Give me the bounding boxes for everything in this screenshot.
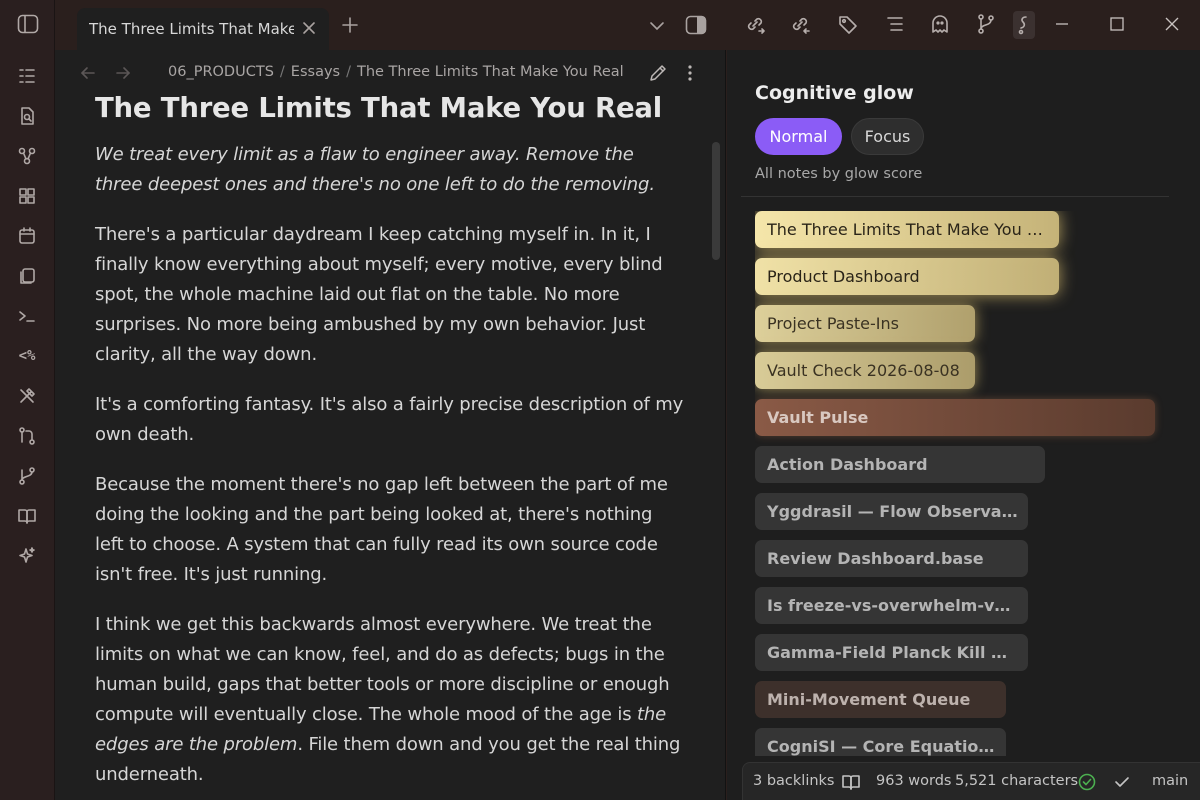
breadcrumb-subfolder[interactable]: Essays — [291, 64, 340, 80]
back-arrow-icon[interactable] — [79, 64, 97, 82]
maximize-icon[interactable] — [1107, 14, 1127, 34]
glow-note-item[interactable]: Project Paste-Ins — [755, 305, 975, 342]
sync-ok-icon[interactable] — [1077, 772, 1097, 792]
ghost-icon[interactable] — [929, 13, 951, 35]
glow-note-label: Action Dashboard — [767, 455, 928, 474]
breadcrumb: 06_PRODUCTS / Essays / The Three Limits That… — [168, 64, 624, 80]
note-paragraph: There's a particular daydream I keep cat… — [95, 224, 663, 365]
link-out-icon[interactable] — [744, 13, 766, 35]
left-ribbon: <% — [0, 0, 55, 800]
glow-note-item[interactable]: Is freeze-vs-overwhelm-vs-stu... — [755, 587, 1028, 624]
panel-title: Cognitive glow — [755, 82, 914, 104]
glow-note-label: Vault Check 2026-08-08 — [767, 361, 960, 380]
new-tab-plus-icon[interactable] — [341, 16, 359, 34]
forward-arrow-icon[interactable] — [114, 64, 132, 82]
tag-icon[interactable] — [837, 13, 859, 35]
glow-note-item[interactable]: Vault Check 2026-08-08 — [755, 352, 975, 389]
minimize-icon[interactable] — [1052, 14, 1072, 34]
git-icon[interactable] — [975, 13, 997, 35]
glow-note-item[interactable]: CogniSI — Core Equations ... — [755, 728, 1006, 756]
right-sidebar-toggle-icon[interactable] — [685, 15, 707, 35]
status-bar: 3 backlinks 963 words 5,521 characters m… — [742, 762, 1200, 800]
outline-icon[interactable] — [884, 13, 906, 35]
glow-note-label: Review Dashboard.base — [767, 549, 984, 568]
glow-note-label: Product Dashboard — [767, 267, 920, 286]
glow-note-label: Project Paste-Ins — [767, 314, 899, 333]
breadcrumb-current[interactable]: The Three Limits That Make You Real — [357, 64, 624, 80]
divider — [741, 196, 1169, 197]
mode-focus-button[interactable]: Focus — [851, 118, 924, 155]
right-sidebar-header — [726, 0, 1200, 50]
note-lede: We treat every limit as a flaw to engine… — [95, 144, 655, 195]
terminal-icon[interactable] — [16, 305, 38, 327]
glow-note-label: The Three Limits That Make You R... — [767, 220, 1053, 239]
breadcrumb-separator: / — [279, 64, 285, 80]
glow-note-item[interactable]: Mini-Movement Queue — [755, 681, 1006, 718]
word-count: 963 words — [876, 773, 952, 789]
editor-pane: 06_PRODUCTS / Essays / The Three Limits That… — [55, 50, 726, 800]
percent-code-icon[interactable]: <% — [16, 345, 38, 367]
tab-active-note[interactable]: The Three Limits That Make You R... — [77, 8, 329, 50]
check-icon[interactable] — [1112, 772, 1132, 792]
glow-note-label: Vault Pulse — [767, 408, 869, 427]
glow-note-label: Gamma-Field Planck Kill Shot ... — [767, 643, 1028, 662]
book-icon[interactable] — [16, 505, 38, 527]
copy-icon[interactable] — [16, 265, 38, 287]
tab-title: The Three Limits That Make You R... — [89, 20, 294, 38]
calendar-icon[interactable] — [16, 225, 38, 247]
glow-note-item[interactable]: The Three Limits That Make You R... — [755, 211, 1059, 248]
breadcrumb-separator: / — [346, 64, 351, 80]
edit-pencil-icon[interactable] — [648, 63, 668, 83]
close-icon[interactable] — [301, 20, 317, 36]
note-text: I think we get this backwards almost eve… — [95, 614, 670, 725]
note-title: The Three Limits That Make You Real — [95, 92, 663, 124]
link-in-icon[interactable] — [789, 13, 811, 35]
files-icon[interactable] — [16, 65, 38, 87]
glow-note-label: CogniSI — Core Equations ... — [767, 737, 1006, 756]
editor-scrollbar[interactable] — [712, 142, 720, 260]
glow-icon[interactable] — [1013, 11, 1035, 39]
backlinks-count[interactable]: 3 backlinks — [753, 773, 835, 789]
glow-note-item[interactable]: Vault Pulse — [755, 399, 1155, 436]
cognitive-glow-panel: Cognitive glow Normal Focus All notes by… — [727, 50, 1200, 800]
git-compare-icon[interactable] — [16, 425, 38, 447]
more-options-icon[interactable] — [685, 63, 695, 83]
glow-note-item[interactable]: Product Dashboard — [755, 258, 1059, 295]
note-content[interactable]: The Three Limits That Make You Real We t… — [95, 90, 685, 800]
glow-note-label: Yggdrasil — Flow Observatory — [767, 502, 1028, 521]
glow-note-item[interactable]: Gamma-Field Planck Kill Shot ... — [755, 634, 1028, 671]
sparkle-icon[interactable] — [16, 545, 38, 567]
glow-note-label: Mini-Movement Queue — [767, 690, 971, 709]
book-icon[interactable] — [841, 772, 861, 792]
dashboard-icon[interactable] — [16, 185, 38, 207]
close-window-icon[interactable] — [1162, 14, 1182, 34]
search-doc-icon[interactable] — [16, 105, 38, 127]
glow-note-item[interactable]: Review Dashboard.base — [755, 540, 1028, 577]
sidebar-toggle-icon[interactable] — [17, 14, 39, 34]
chevron-down-icon[interactable] — [647, 16, 667, 36]
glow-note-list: The Three Limits That Make You R... Produ… — [755, 211, 1175, 756]
tools-icon[interactable] — [16, 385, 38, 407]
note-paragraph: I think we get this backwards almost eve… — [95, 610, 685, 790]
graph-icon[interactable] — [16, 145, 38, 167]
panel-subtitle: All notes by glow score — [755, 166, 923, 182]
note-paragraph: Because the moment there's no gap left b… — [95, 474, 668, 585]
git-branch-name[interactable]: main — [1152, 773, 1188, 789]
glow-note-item[interactable]: Yggdrasil — Flow Observatory — [755, 493, 1028, 530]
note-paragraph: It's a comforting fantasy. It's also a f… — [95, 394, 684, 445]
git-branch-icon[interactable] — [16, 465, 38, 487]
mode-normal-button[interactable]: Normal — [755, 118, 842, 155]
character-count: 5,521 characters — [955, 773, 1079, 789]
glow-note-label: Is freeze-vs-overwhelm-vs-stu... — [767, 596, 1028, 615]
tab-bar: The Three Limits That Make You R... — [55, 0, 725, 50]
glow-note-item[interactable]: Action Dashboard — [755, 446, 1045, 483]
breadcrumb-folder[interactable]: 06_PRODUCTS — [168, 64, 274, 80]
